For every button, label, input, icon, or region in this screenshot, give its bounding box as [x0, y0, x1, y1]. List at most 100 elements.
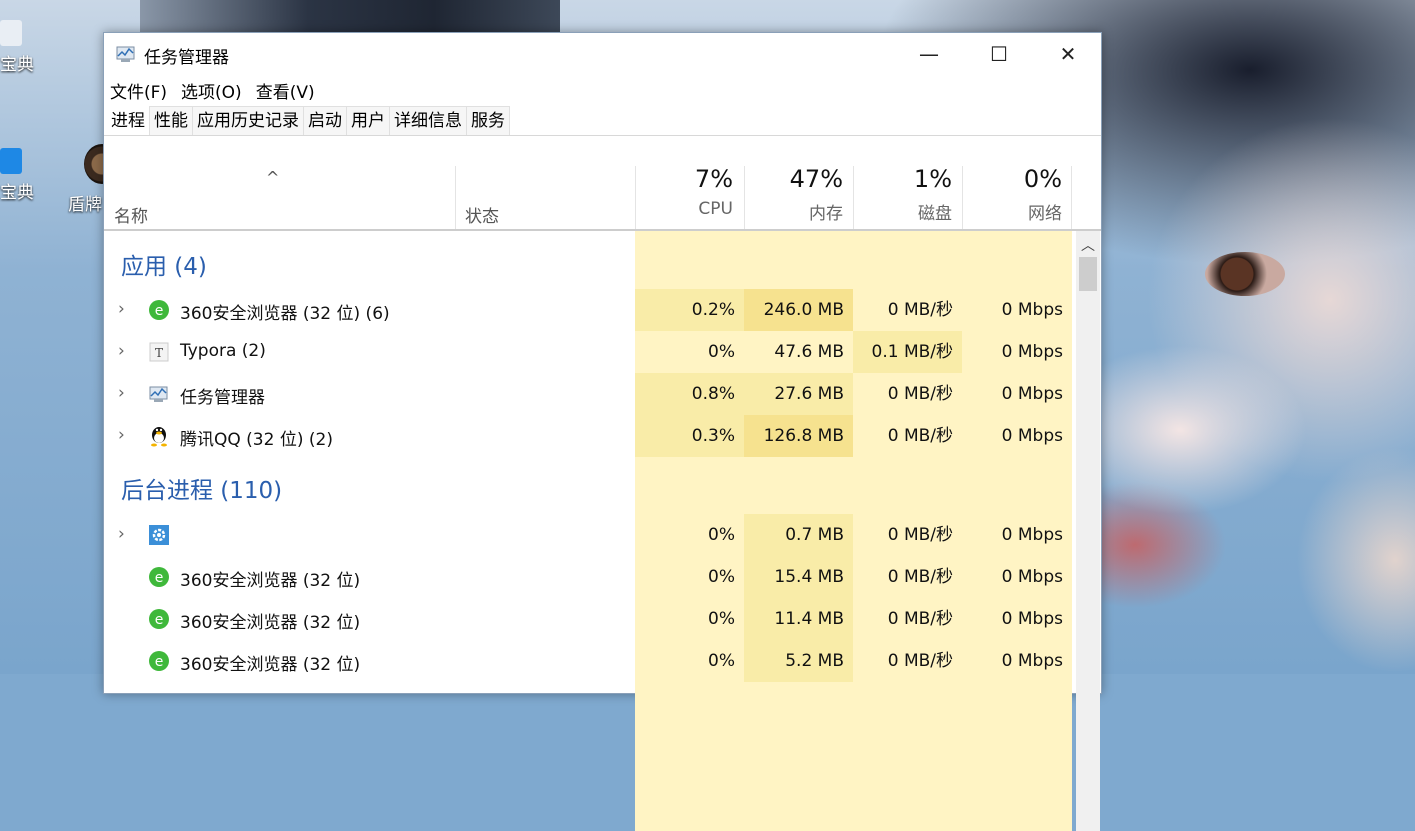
table-row[interactable]: › 0% 0.7 MB 0 MB/秒 0 Mbps [104, 514, 1076, 556]
desktop-icon-label: 宝典 [0, 183, 34, 203]
menu-options[interactable]: 选项(O) [181, 78, 242, 103]
network-value: 0 Mbps [962, 640, 1072, 682]
scroll-up-icon[interactable]: ︿ [1076, 235, 1100, 255]
tab-startup[interactable]: 启动 [303, 106, 347, 135]
column-memory[interactable]: 47% 内存 [745, 165, 853, 229]
task-manager-icon [149, 386, 168, 402]
process-name: 腾讯QQ (32 位) (2) [180, 430, 333, 450]
qq-icon [151, 427, 167, 447]
svg-text:T: T [155, 346, 163, 360]
column-cpu[interactable]: 7% CPU [636, 165, 743, 229]
desktop-icon-1[interactable]: 宝典 [0, 20, 45, 75]
process-name: 360安全浏览器 (32 位) [180, 655, 361, 675]
column-status[interactable]: 状态 [465, 202, 499, 227]
menu-file[interactable]: 文件(F) [110, 78, 167, 103]
window-title: 任务管理器 [144, 48, 229, 68]
desktop-icon-2[interactable]: 宝典 [0, 148, 45, 203]
table-row[interactable]: › 腾讯QQ (32 位) (2) 0.3% 126.8 MB 0 MB/秒 0… [104, 415, 1076, 457]
maximize-icon: ☐ [990, 42, 1008, 66]
close-button[interactable]: ✕ [1039, 33, 1097, 75]
table-row[interactable]: e 360安全浏览器 (32 位) 0% 5.2 MB 0 MB/秒 0 Mbp… [104, 640, 1076, 682]
network-label: 网络 [1028, 204, 1062, 224]
expand-icon[interactable]: › [118, 299, 125, 319]
tab-bar: 进程 性能 应用历史记录 启动 用户 详细信息 服务 [104, 105, 1101, 136]
vertical-scrollbar[interactable]: ︿ [1076, 231, 1100, 831]
memory-value: 5.2 MB [744, 640, 853, 682]
group-background[interactable]: 后台进程 (110) [121, 471, 282, 505]
memory-total: 47% [789, 165, 843, 193]
network-value: 0 Mbps [962, 556, 1072, 598]
disk-label: 磁盘 [918, 204, 952, 224]
network-value: 0 Mbps [962, 373, 1072, 415]
cpu-value: 0.3% [635, 415, 744, 457]
network-value: 0 Mbps [962, 331, 1072, 373]
360-browser-icon: e [149, 609, 169, 629]
tab-services[interactable]: 服务 [466, 106, 510, 135]
group-apps[interactable]: 应用 (4) [121, 247, 207, 281]
process-name: Typora (2) [180, 341, 266, 361]
expand-icon[interactable]: › [118, 383, 125, 403]
svg-text:e: e [155, 303, 164, 319]
process-name: 360安全浏览器 (32 位) [180, 571, 361, 591]
360-browser-icon: e [149, 300, 169, 320]
memory-value: 246.0 MB [744, 289, 853, 331]
menu-bar: 文件(F) 选项(O) 查看(V) [104, 75, 1101, 105]
expand-icon[interactable]: › [118, 425, 125, 445]
process-name: 360安全浏览器 (32 位) (6) [180, 304, 390, 324]
column-divider[interactable] [1071, 166, 1072, 229]
memory-value: 27.6 MB [744, 373, 853, 415]
tab-users[interactable]: 用户 [346, 106, 390, 135]
disk-total: 1% [913, 165, 952, 193]
tab-processes[interactable]: 进程 [106, 106, 150, 135]
title-bar[interactable]: 任务管理器 — ☐ ✕ [104, 33, 1101, 75]
table-header: ^ 名称 状态 7% CPU 47% 内存 1% 磁盘 0% 网络 [104, 165, 1101, 231]
maximize-button[interactable]: ☐ [970, 33, 1028, 75]
disk-value: 0 MB/秒 [853, 514, 962, 556]
disk-value: 0 MB/秒 [853, 598, 962, 640]
network-value: 0 Mbps [962, 598, 1072, 640]
process-name: 任务管理器 [180, 388, 265, 408]
cpu-value: 0% [635, 331, 744, 373]
memory-value: 126.8 MB [744, 415, 853, 457]
process-table: ^ 名称 状态 7% CPU 47% 内存 1% 磁盘 0% 网络 应用 (4)… [104, 165, 1101, 831]
cpu-label: CPU [698, 199, 733, 219]
scroll-thumb[interactable] [1079, 257, 1097, 291]
table-row[interactable]: › 任务管理器 0.8% 27.6 MB 0 MB/秒 0 Mbps [104, 373, 1076, 415]
typora-icon: T [149, 342, 169, 362]
column-divider[interactable] [455, 166, 456, 229]
process-name: 360安全浏览器 (32 位) [180, 613, 361, 633]
table-row[interactable]: e 360安全浏览器 (32 位) 0% 11.4 MB 0 MB/秒 0 Mb… [104, 598, 1076, 640]
expand-icon[interactable]: › [118, 524, 125, 544]
expand-icon[interactable]: › [118, 341, 125, 361]
column-network[interactable]: 0% 网络 [963, 165, 1072, 229]
minimize-button[interactable]: — [900, 33, 958, 75]
column-name[interactable]: 名称 [114, 202, 148, 227]
task-manager-window: 任务管理器 — ☐ ✕ 文件(F) 选项(O) 查看(V) 进程 性能 应用历史… [103, 32, 1102, 831]
table-row[interactable]: › T Typora (2) 0% 47.6 MB 0.1 MB/秒 0 Mbp… [104, 331, 1076, 373]
cpu-value: 0% [635, 556, 744, 598]
disk-value: 0.1 MB/秒 [853, 331, 962, 373]
cpu-value: 0% [635, 598, 744, 640]
menu-view[interactable]: 查看(V) [256, 78, 315, 103]
table-row[interactable]: › e 360安全浏览器 (32 位) (6) 0.2% 246.0 MB 0 … [104, 289, 1076, 331]
close-icon: ✕ [1059, 42, 1077, 66]
column-disk[interactable]: 1% 磁盘 [854, 165, 962, 229]
task-manager-icon [116, 46, 135, 62]
wallpaper-eye [1205, 252, 1285, 296]
disk-value: 0 MB/秒 [853, 640, 962, 682]
disk-value: 0 MB/秒 [853, 289, 962, 331]
desktop-icon-label: 宝典 [0, 55, 34, 75]
tab-details[interactable]: 详细信息 [389, 106, 467, 135]
tab-app-history[interactable]: 应用历史记录 [192, 106, 304, 135]
app-icon [0, 20, 22, 46]
cpu-value: 0.2% [635, 289, 744, 331]
cpu-value: 0.8% [635, 373, 744, 415]
memory-label: 内存 [809, 204, 843, 224]
tab-performance[interactable]: 性能 [149, 106, 193, 135]
network-total: 0% [1023, 165, 1062, 193]
gear-icon [149, 525, 169, 545]
memory-value: 15.4 MB [744, 556, 853, 598]
sort-ascending-icon[interactable]: ^ [266, 168, 279, 187]
table-row[interactable]: e 360安全浏览器 (32 位) 0% 15.4 MB 0 MB/秒 0 Mb… [104, 556, 1076, 598]
memory-value: 47.6 MB [744, 331, 853, 373]
